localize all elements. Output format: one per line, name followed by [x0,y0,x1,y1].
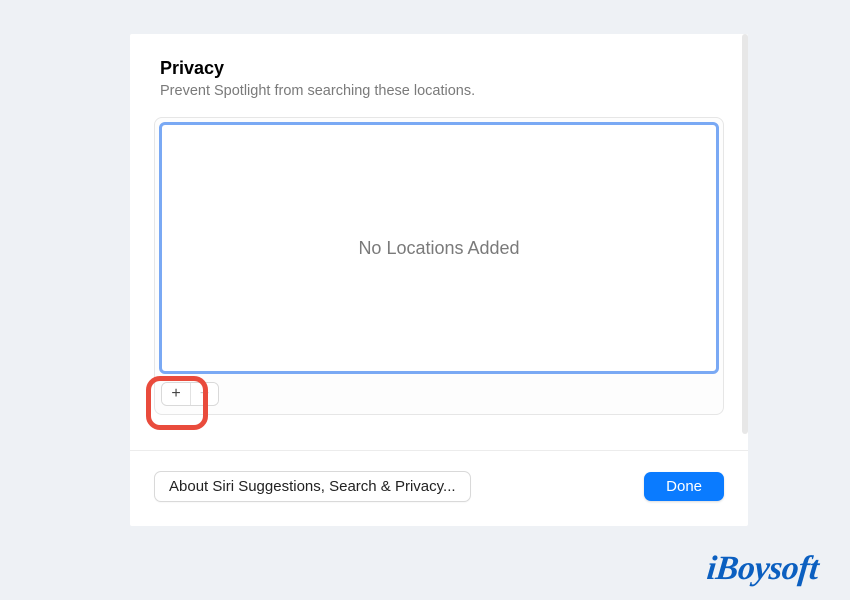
plus-icon: + [171,386,180,402]
watermark-logo: iBoysoft [705,550,820,588]
add-remove-stepper: + − [161,382,219,406]
done-button[interactable]: Done [644,472,724,501]
footer-bar: About Siri Suggestions, Search & Privacy… [130,450,748,526]
locations-list-container: No Locations Added + − [154,117,724,415]
section-subtitle: Prevent Spotlight from searching these l… [160,83,718,99]
locations-list[interactable]: No Locations Added [159,122,719,374]
scrollbar[interactable] [742,34,748,434]
about-privacy-button[interactable]: About Siri Suggestions, Search & Privacy… [154,471,471,502]
remove-location-button: − [190,383,218,405]
minus-icon: − [200,386,209,402]
privacy-panel: Privacy Prevent Spotlight from searching… [130,34,748,526]
list-controls: + − [159,380,719,410]
section-header: Privacy Prevent Spotlight from searching… [130,34,748,107]
add-location-button[interactable]: + [162,383,190,405]
empty-state-text: No Locations Added [358,238,519,259]
section-title: Privacy [160,58,718,79]
